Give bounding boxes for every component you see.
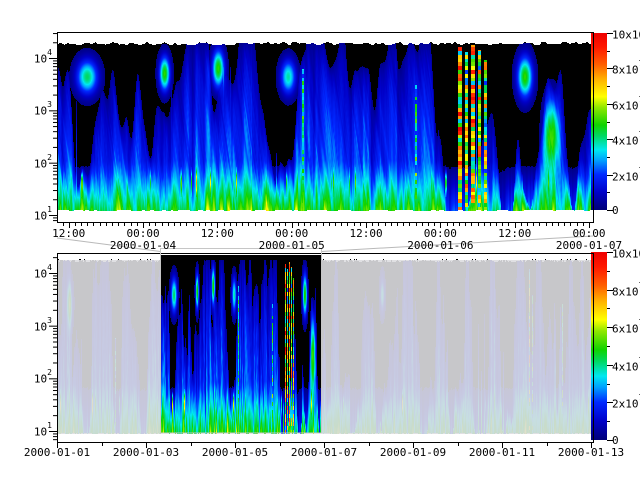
top-x-time-label-text: 12:00 bbox=[201, 227, 234, 240]
bottom-x-date-label-text: 2000-01-11 bbox=[469, 446, 535, 459]
bottom-x-date-label: 2000-01-11 bbox=[469, 447, 535, 458]
top-x-time-label-text: 00:00 bbox=[126, 227, 159, 240]
top-colorbar-tick-label-text: 4x10 bbox=[612, 135, 639, 148]
bottom-colorbar-tick-label: 6x107 bbox=[612, 322, 640, 335]
top-x-date-label: 2000-01-06 bbox=[407, 240, 473, 251]
bottom-x-date-label: 2000-01-01 bbox=[24, 447, 90, 458]
bottom-colorbar-tick-label-text: 0 bbox=[612, 434, 619, 447]
top-x-date-label: 2000-01-07 bbox=[556, 240, 622, 251]
bottom-colorbar-tick-label-text: 4x10 bbox=[612, 360, 639, 373]
bottom-colorbar-tick-label-text: 6x10 bbox=[612, 323, 639, 336]
top-x-time-label-text: 00:00 bbox=[572, 227, 605, 240]
top-x-date-label: 2000-01-05 bbox=[259, 240, 325, 251]
top-y-tick-label-text: 10 bbox=[34, 53, 47, 66]
bottom-y-tick-label-text: 10 bbox=[34, 320, 47, 333]
top-x-time-label-text: 12:00 bbox=[349, 227, 382, 240]
top-x-date-label-text: 2000-01-04 bbox=[110, 239, 176, 252]
top-y-tick-label: 103 bbox=[34, 104, 52, 117]
bottom-x-date-label-text: 2000-01-13 bbox=[558, 446, 624, 459]
bottom-colorbar-tick-label-text: 10x10 bbox=[612, 248, 640, 261]
top-colorbar-tick-label-text: 0 bbox=[612, 204, 619, 217]
zoom-connector-right bbox=[322, 236, 594, 252]
bottom-y-tick-label: 101 bbox=[34, 425, 52, 438]
top-colorbar-tick-label-text: 8x10 bbox=[612, 64, 639, 77]
bottom-colorbar-tick-label-text: 2x10 bbox=[612, 398, 639, 411]
bottom-colorbar-tick-label: 0 bbox=[612, 435, 619, 446]
zoom-connector-left bbox=[57, 238, 161, 252]
bottom-x-date-label-text: 2000-01-01 bbox=[24, 446, 90, 459]
top-x-time-label: 12:00 bbox=[201, 228, 234, 239]
bottom-x-date-label: 2000-01-09 bbox=[380, 447, 446, 458]
bottom-y-tick-label: 104 bbox=[34, 267, 52, 280]
bottom-colorbar bbox=[591, 252, 607, 440]
bottom-x-date-label-text: 2000-01-03 bbox=[113, 446, 179, 459]
bottom-y-tick-label-exponent: 1 bbox=[47, 421, 52, 430]
bottom-y-tick-label-text: 10 bbox=[34, 268, 47, 281]
bottom-x-date-label-text: 2000-01-09 bbox=[380, 446, 446, 459]
top-y-tick-label-text: 10 bbox=[34, 157, 47, 170]
bottom-y-tick-label-text: 10 bbox=[34, 426, 47, 439]
top-x-date-label-text: 2000-01-05 bbox=[259, 239, 325, 252]
bottom-colorbar-tick-label: 2x107 bbox=[612, 397, 640, 410]
bottom-x-date-label: 2000-01-07 bbox=[291, 447, 357, 458]
top-colorbar bbox=[591, 33, 607, 210]
top-colorbar-tick-label: 0 bbox=[612, 205, 619, 216]
top-x-time-label: 00:00 bbox=[126, 228, 159, 239]
top-colorbar-tick-label: 2x107 bbox=[612, 170, 640, 183]
bottom-colorbar-tick-label: 10x107 bbox=[612, 247, 640, 260]
bottom-colorbar-tick-label: 8x107 bbox=[612, 285, 640, 298]
top-panel-spectrogram[interactable] bbox=[58, 33, 593, 222]
top-x-date-label: 2000-01-04 bbox=[110, 240, 176, 251]
top-colorbar-tick-label-text: 2x10 bbox=[612, 170, 639, 183]
top-y-tick-label-exponent: 2 bbox=[47, 153, 52, 162]
bottom-y-tick-label-text: 10 bbox=[34, 373, 47, 386]
bottom-y-tick-label-exponent: 3 bbox=[47, 316, 52, 325]
bottom-colorbar-tick-label-text: 8x10 bbox=[612, 285, 639, 298]
top-x-time-label: 12:00 bbox=[349, 228, 382, 239]
top-x-time-label-text: 12:00 bbox=[498, 227, 531, 240]
bottom-y-tick-label: 103 bbox=[34, 320, 52, 333]
top-colorbar-tick-label-text: 6x10 bbox=[612, 99, 639, 112]
top-colorbar-tick-label: 8x107 bbox=[612, 63, 640, 76]
top-colorbar-tick-label: 10x107 bbox=[612, 28, 640, 41]
top-y-tick-label: 104 bbox=[34, 52, 52, 65]
bottom-x-date-label-text: 2000-01-05 bbox=[202, 446, 268, 459]
bottom-y-tick-label-exponent: 4 bbox=[47, 263, 52, 272]
top-x-date-label-text: 2000-01-07 bbox=[556, 239, 622, 252]
bottom-x-date-label: 2000-01-03 bbox=[113, 447, 179, 458]
top-colorbar-tick-label-text: 10x10 bbox=[612, 29, 640, 42]
top-x-time-label: 00:00 bbox=[572, 228, 605, 239]
bottom-y-tick-label-exponent: 2 bbox=[47, 368, 52, 377]
bottom-y-tick-label: 102 bbox=[34, 372, 52, 385]
top-x-time-label: 12:00 bbox=[498, 228, 531, 239]
bottom-x-date-label: 2000-01-13 bbox=[558, 447, 624, 458]
top-x-time-label-text: 12:00 bbox=[52, 227, 85, 240]
spectrogram-viewer-window: 10410310210110410310210112:0000:002000-0… bbox=[0, 0, 640, 480]
top-y-tick-label-text: 10 bbox=[34, 210, 47, 223]
top-y-tick-label-exponent: 1 bbox=[47, 205, 52, 214]
top-y-tick-label-exponent: 3 bbox=[47, 100, 52, 109]
bottom-colorbar-tick-label: 4x107 bbox=[612, 360, 640, 373]
top-y-tick-label-exponent: 4 bbox=[47, 48, 52, 57]
top-y-tick-label: 101 bbox=[34, 209, 52, 222]
top-x-time-label: 00:00 bbox=[424, 228, 457, 239]
top-colorbar-tick-label: 4x107 bbox=[612, 134, 640, 147]
top-x-time-label: 00:00 bbox=[275, 228, 308, 239]
top-x-time-label-text: 00:00 bbox=[275, 227, 308, 240]
top-y-tick-label: 102 bbox=[34, 157, 52, 170]
bottom-x-date-label-text: 2000-01-07 bbox=[291, 446, 357, 459]
bottom-panel-spectrogram[interactable] bbox=[58, 254, 593, 442]
top-x-date-label-text: 2000-01-06 bbox=[407, 239, 473, 252]
top-colorbar-tick-label: 6x107 bbox=[612, 99, 640, 112]
top-x-time-label-text: 00:00 bbox=[424, 227, 457, 240]
top-x-time-label: 12:00 bbox=[52, 228, 85, 239]
bottom-x-date-label: 2000-01-05 bbox=[202, 447, 268, 458]
top-y-tick-label-text: 10 bbox=[34, 105, 47, 118]
